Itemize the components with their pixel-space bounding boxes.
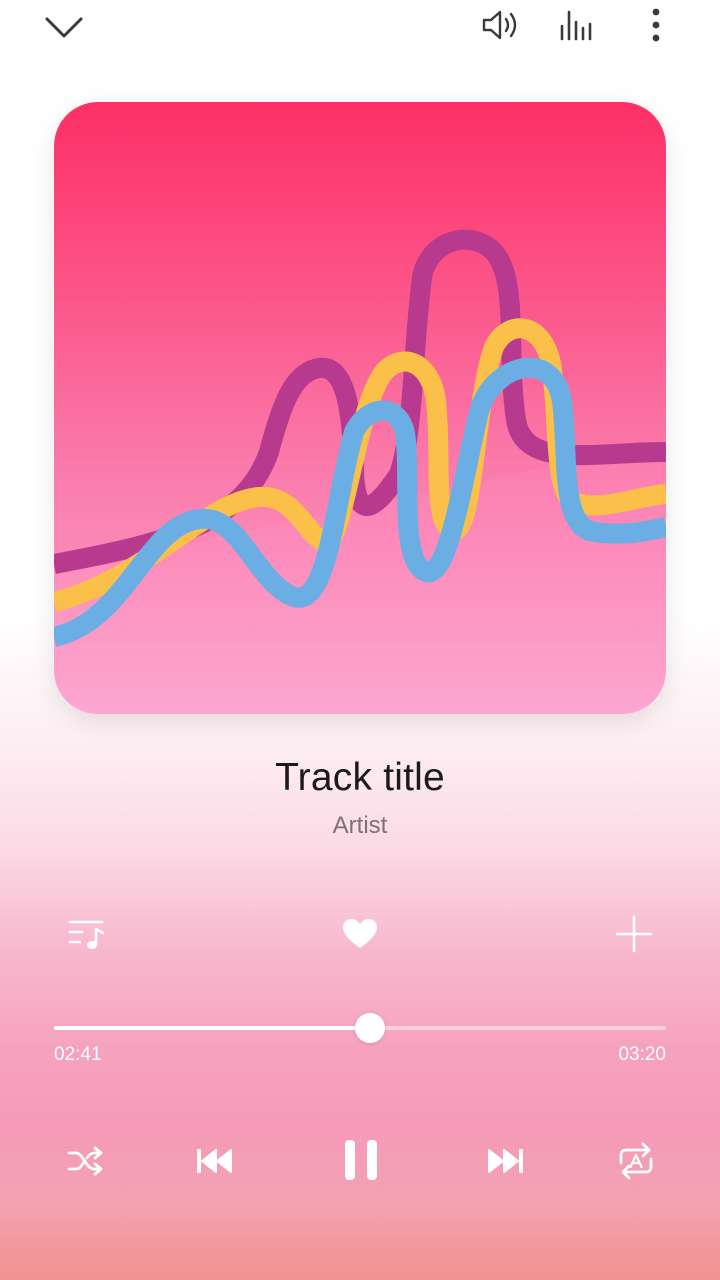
equalizer-icon (560, 10, 592, 41)
favorite-button[interactable] (334, 910, 386, 958)
plus-icon (615, 915, 653, 953)
seek-bar-thumb[interactable] (355, 1013, 386, 1043)
total-time: 03:20 (618, 1044, 666, 1065)
skip-next-icon (488, 1149, 523, 1173)
seek-bar[interactable] (54, 1013, 666, 1043)
top-bar (0, 0, 720, 56)
heart-icon (343, 919, 377, 948)
album-art (54, 102, 666, 714)
elapsed-time: 02:41 (54, 1044, 102, 1065)
shuffle-button[interactable] (60, 1136, 112, 1186)
previous-track-button[interactable] (186, 1136, 244, 1186)
album-art-image (54, 102, 666, 714)
equalizer-button[interactable] (554, 2, 600, 48)
shuffle-icon (67, 1146, 103, 1176)
seek-bar-progress (54, 1026, 371, 1030)
more-vertical-icon (652, 8, 660, 42)
add-to-playlist-button[interactable] (608, 908, 660, 960)
volume-icon (482, 10, 517, 40)
playlist-button[interactable] (62, 910, 112, 958)
track-artist[interactable]: Artist (0, 812, 720, 840)
more-options-button[interactable] (634, 2, 678, 48)
repeat-all-icon (619, 1142, 653, 1180)
next-track-button[interactable] (476, 1136, 534, 1186)
skip-previous-icon (197, 1149, 232, 1173)
chevron-down-icon (45, 17, 83, 38)
repeat-button[interactable] (608, 1134, 664, 1188)
volume-button[interactable] (476, 2, 526, 48)
collapse-button[interactable] (38, 4, 90, 48)
track-title: Track title (275, 756, 445, 799)
pause-button[interactable] (330, 1128, 392, 1192)
pause-icon (345, 1140, 377, 1180)
playlist-icon (68, 920, 105, 949)
